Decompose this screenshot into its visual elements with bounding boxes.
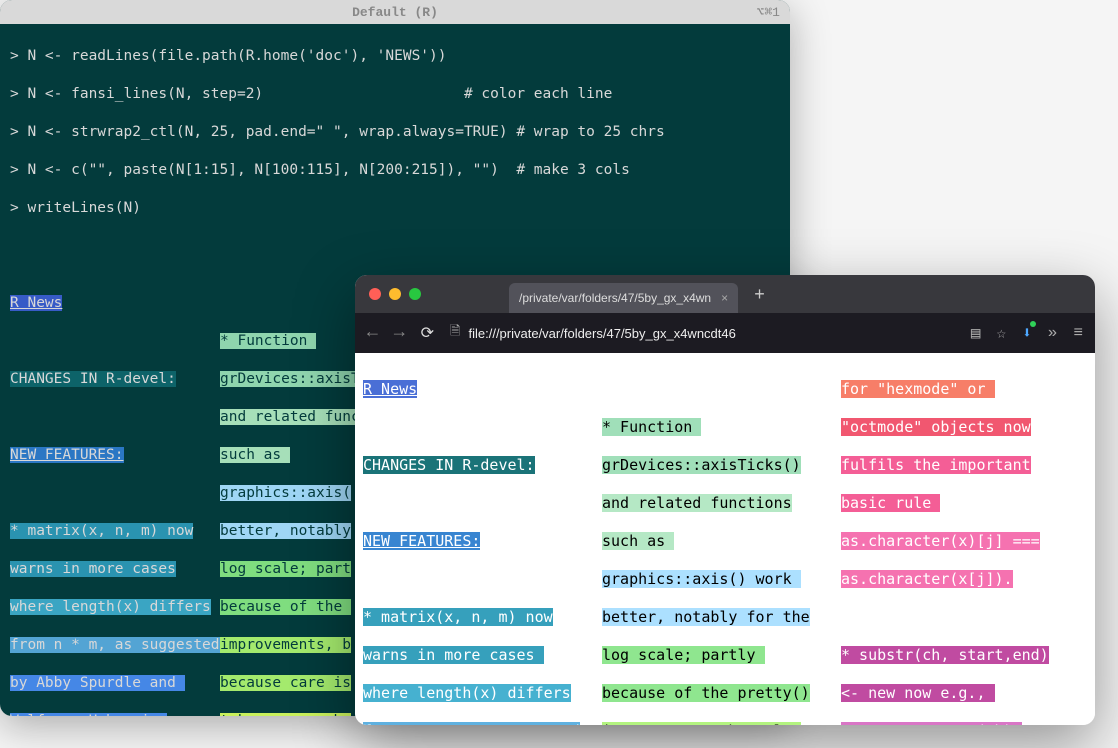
col2-text: log scale; part (220, 561, 351, 577)
bcol-text: such as (602, 532, 674, 550)
back-button[interactable]: ← (367, 323, 378, 343)
maximize-button[interactable] (409, 288, 421, 300)
col1-text: * matrix(x, n, m) now (10, 523, 193, 539)
col2-text: * Function (220, 333, 316, 349)
browser-tab[interactable]: /private/var/folders/47/5by_gx_x4wn × (509, 283, 738, 313)
term-line: > N <- c("", paste(N[1:15], N[100:115], … (10, 161, 780, 180)
download-indicator-dot (1030, 321, 1036, 327)
bcol-text: R News (363, 380, 417, 398)
changes-heading: CHANGES IN R-devel: (10, 371, 176, 387)
bcol-text: fulfils the important (841, 456, 1031, 474)
col2-text: better, notably (220, 523, 351, 539)
col1-text: from n * m, as suggested (10, 637, 220, 653)
bcol-text: * substr(ch, start,end) (841, 646, 1049, 664)
browser-toolbar: ← → ⟳ 🗎 file:///private/var/folders/47/5… (355, 313, 1095, 353)
bcol-text: "octmode" objects now (841, 418, 1031, 436)
bcol-text: for "hexmode" or (841, 380, 995, 398)
bcol-text: basic rule (841, 494, 940, 512)
col2-text: taken e.g., whe (220, 713, 351, 716)
term-line: > N <- fansi_lines(N, step=2) # color ea… (10, 85, 780, 104)
file-icon: 🗎 (450, 322, 460, 344)
rnews-heading: R News (10, 295, 62, 311)
forward-button[interactable]: → (394, 323, 405, 343)
bcol-text: * Function (602, 418, 701, 436)
browser-content: R News CHANGES IN R-devel: NEW FEATURES:… (355, 353, 1095, 725)
bcol-text: from n * m, as suggested (363, 722, 580, 725)
col1-text: warns in more cases (10, 561, 176, 577)
terminal-titlebar[interactable]: Default (R) ⌥⌘1 (0, 0, 790, 24)
bcol-text: * matrix(x, n, m) now (363, 608, 553, 626)
menu-icon[interactable]: ≡ (1073, 324, 1083, 342)
bcol-text: as.character(x[j]). (841, 570, 1013, 588)
browser-window: /private/var/folders/47/5by_gx_x4wn × + … (355, 275, 1095, 725)
new-tab-button[interactable]: + (754, 286, 765, 306)
bcol-text: graphics::axis() work (602, 570, 801, 588)
bcol-text: grDevices::axisTicks() (602, 456, 801, 474)
bookmark-icon[interactable]: ☆ (997, 323, 1007, 343)
term-line: > N <- strwrap2_ctl(N, 25, pad.end=" ", … (10, 123, 780, 142)
col2-text: graphics::axis( (220, 485, 351, 501)
col1-text: by Abby Spurdle and (10, 675, 185, 691)
term-blank (10, 237, 780, 256)
bcol-text: because of the pretty() (602, 684, 810, 702)
bcol-text: where length(x) differs (363, 684, 571, 702)
browser-col3: for "hexmode" or "octmode" objects now f… (841, 361, 1076, 725)
bcol-text: and related functions (602, 494, 792, 512)
tab-title: /private/var/folders/47/5by_gx_x4wn (519, 291, 711, 305)
bcol-text: log scale; partly (602, 646, 765, 664)
browser-col2: * Function grDevices::axisTicks() and re… (602, 361, 837, 725)
term-line: > writeLines(N) (10, 199, 780, 218)
bcol-text: improvements, but also (602, 722, 801, 725)
close-button[interactable] (369, 288, 381, 300)
browser-col1: R News CHANGES IN R-devel: NEW FEATURES:… (363, 361, 598, 725)
overflow-icon[interactable]: » (1048, 324, 1058, 342)
bcol-text: warns in more cases (363, 646, 544, 664)
reader-icon[interactable]: ▤ (971, 323, 981, 343)
bcol-text: <- new now e.g., (841, 684, 995, 702)
col2-text: improvements, b (220, 637, 351, 653)
col2-text: because of the (220, 599, 351, 615)
bcol-text: preserves names(ch); (841, 722, 1022, 725)
col1-text: Wolfgang Huber in (10, 713, 167, 716)
term-line: > N <- readLines(file.path(R.home('doc')… (10, 47, 780, 66)
col1-text: where length(x) differs (10, 599, 211, 615)
url-bar[interactable]: 🗎 file:///private/var/folders/47/5by_gx_… (450, 322, 955, 344)
browser-tabbar: /private/var/folders/47/5by_gx_x4wn × + (355, 275, 1095, 313)
reload-button[interactable]: ⟳ (421, 323, 434, 343)
traffic-lights (369, 288, 421, 300)
tab-close-icon[interactable]: × (721, 291, 728, 305)
terminal-shortcut: ⌥⌘1 (757, 5, 780, 20)
bcol-text: CHANGES IN R-devel: (363, 456, 535, 474)
features-heading: NEW FEATURES: (10, 447, 124, 463)
minimize-button[interactable] (389, 288, 401, 300)
col2-text: because care is (220, 675, 351, 691)
col2-text: such as (220, 447, 290, 463)
bcol-text: as.character(x)[j] === (841, 532, 1040, 550)
terminal-title: Default (R) (352, 5, 438, 20)
bcol-text: NEW FEATURES: (363, 532, 480, 550)
url-text: file:///private/var/folders/47/5by_gx_x4… (468, 326, 735, 341)
download-icon[interactable]: ⬇ (1022, 323, 1032, 343)
bcol-text: better, notably for the (602, 608, 810, 626)
